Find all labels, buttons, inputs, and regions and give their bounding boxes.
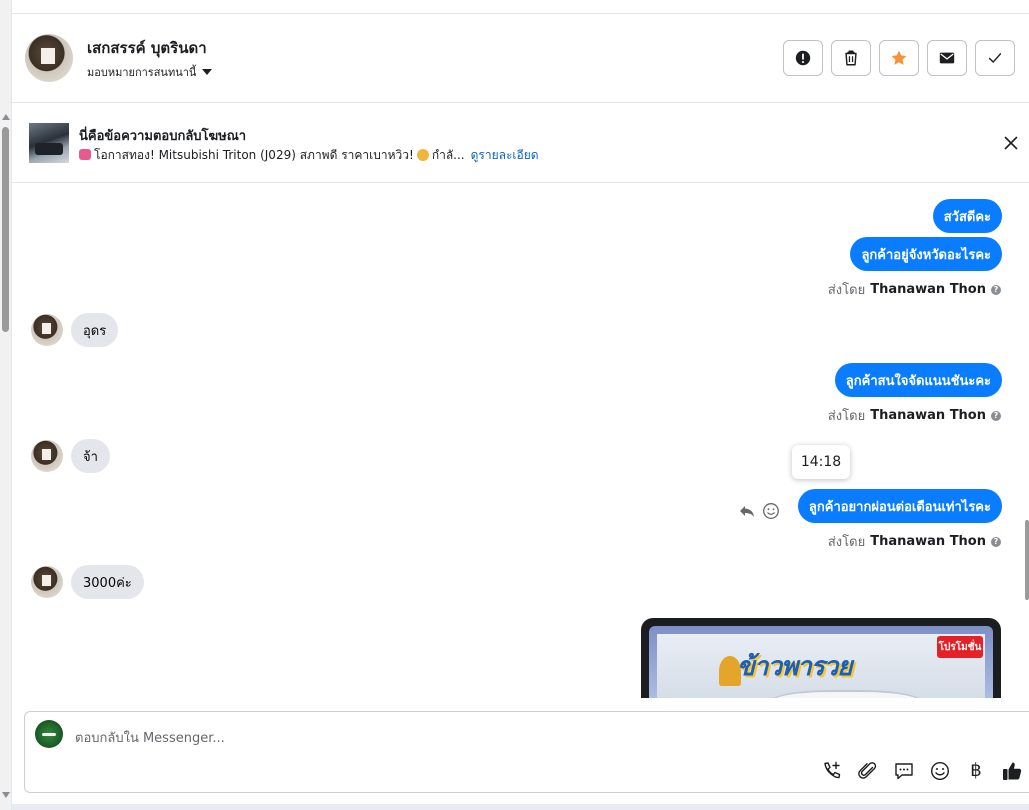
image-attachment[interactable]: ข้าวพารวย โปรโมชั่น [641, 618, 1001, 698]
assign-conversation-dropdown[interactable]: มอบหมายการสนทนานี้ [87, 63, 213, 81]
saved-replies-icon[interactable] [893, 760, 915, 782]
help-icon[interactable]: ? [991, 536, 1001, 547]
paperclip-icon[interactable] [857, 760, 879, 782]
close-icon[interactable] [1004, 136, 1018, 150]
payment-icon[interactable]: ฿ [965, 760, 987, 782]
composer-tools: ฿ [821, 760, 1023, 782]
outgoing-message[interactable]: สวัสดีคะ [932, 199, 1002, 233]
inbox-conversation: เสกสรรค์ บุตรินดา มอบหมายการสนทนานี้ นี่… [0, 0, 1029, 810]
ad-description: โอกาสทอง! Mitsubishi Triton (J029) สภาพด… [79, 146, 539, 165]
chevron-down-icon [202, 69, 213, 75]
report-spam-button[interactable] [783, 40, 823, 76]
ad-banner-title: นี่คือข้อความตอบกลับโฆษณา [79, 129, 247, 144]
sent-by-prefix: ส่งโดย [827, 409, 866, 424]
customer-avatar[interactable] [25, 34, 73, 82]
incoming-message-row: อุดร [31, 313, 119, 347]
sent-by-name[interactable]: Thanawan Thon [870, 408, 986, 423]
assign-label: มอบหมายการสนทนานี้ [87, 66, 197, 79]
incoming-message[interactable]: จ้า [71, 439, 110, 473]
timestamp-tooltip: 14:18 [792, 445, 850, 479]
customer-avatar[interactable] [31, 314, 63, 346]
ad-description-text: โอกาสทอง! Mitsubishi Triton (J029) สภาพด… [94, 148, 414, 162]
envelope-icon [939, 52, 955, 64]
scrollbar-thumb[interactable] [2, 127, 9, 332]
incoming-message-row: จ้า [31, 439, 110, 473]
mark-done-button[interactable] [975, 40, 1015, 76]
bottom-strip [12, 804, 1029, 810]
message-thread[interactable]: สวัสดีคะ ลูกค้าอยู่จังหวัดอะไรคะ ส่งโดย … [12, 184, 1029, 698]
scrollbar-thumb[interactable] [1025, 520, 1029, 600]
customer-name[interactable]: เสกสรรค์ บุตรินดา [87, 36, 207, 60]
reply-icon[interactable] [738, 502, 756, 520]
call-add-icon[interactable] [821, 760, 843, 782]
left-scrollbar[interactable] [0, 0, 12, 810]
smiley-icon[interactable] [762, 502, 780, 520]
sent-by-name[interactable]: Thanawan Thon [870, 282, 986, 297]
mark-unread-button[interactable] [927, 40, 967, 76]
scroll-down-arrow[interactable] [2, 792, 10, 798]
sent-by-prefix: ส่งโดย [827, 535, 866, 550]
sent-by-label: ส่งโดย Thanawan Thon ? [828, 531, 1001, 552]
sent-by-prefix: ส่งโดย [827, 283, 866, 298]
promo-badge: โปรโมชั่น [937, 636, 983, 658]
emoji-icon[interactable] [929, 760, 951, 782]
message-composer[interactable]: ตอบกลับใน Messenger... ฿ [24, 711, 1029, 793]
exclamation-icon [795, 50, 811, 66]
incoming-message[interactable]: 3000ค่ะ [71, 565, 144, 599]
ad-thumbnail[interactable] [29, 123, 69, 163]
checkmark-icon [988, 53, 1002, 63]
incoming-message[interactable]: อุดร [71, 313, 119, 347]
page-avatar [35, 720, 63, 748]
reply-input[interactable]: ตอบกลับใน Messenger... [75, 727, 225, 748]
message-actions [738, 502, 780, 520]
megaphone-emoji-icon [79, 149, 91, 160]
outgoing-message[interactable]: ลูกค้าสนใจจัดแนนชันะคะ [834, 363, 1002, 397]
ad-description-tail: กำลั... [431, 148, 465, 162]
star-button[interactable] [879, 40, 919, 76]
outgoing-message[interactable]: ลูกค้าอยู่จังหวัดอะไรคะ [850, 237, 1002, 271]
sent-by-label: ส่งโดย Thanawan Thon ? [828, 279, 1001, 300]
ad-details-link[interactable]: ดูรายละเอียด [471, 148, 539, 162]
outgoing-message[interactable]: ลูกค้าอยากผ่อนต่อเดือนเท่าไรคะ [797, 489, 1002, 523]
customer-avatar[interactable] [31, 440, 63, 472]
help-icon[interactable]: ? [991, 284, 1001, 295]
promo-headline: ข้าวพารวย [737, 652, 853, 682]
trash-icon [845, 50, 857, 66]
star-icon [891, 50, 907, 65]
ad-reply-banner: นี่คือข้อความตอบกลับโฆษณา โอกาสทอง! Mits… [12, 104, 1029, 183]
help-icon[interactable]: ? [991, 410, 1001, 421]
customer-avatar[interactable] [31, 566, 63, 598]
header-actions [783, 40, 1015, 76]
incoming-message-row: 3000ค่ะ [31, 565, 144, 599]
thumbs-up-icon[interactable] [1001, 760, 1023, 782]
right-scrollbar[interactable] [1024, 520, 1029, 700]
conversation-header: เสกสรรค์ บุตรินดา มอบหมายการสนทนานี้ [12, 14, 1029, 103]
delete-button[interactable] [831, 40, 871, 76]
sent-by-label: ส่งโดย Thanawan Thon ? [828, 405, 1001, 426]
heart-eyes-emoji-icon [416, 149, 429, 161]
scroll-up-arrow[interactable] [2, 114, 10, 120]
sent-by-name[interactable]: Thanawan Thon [870, 534, 986, 549]
